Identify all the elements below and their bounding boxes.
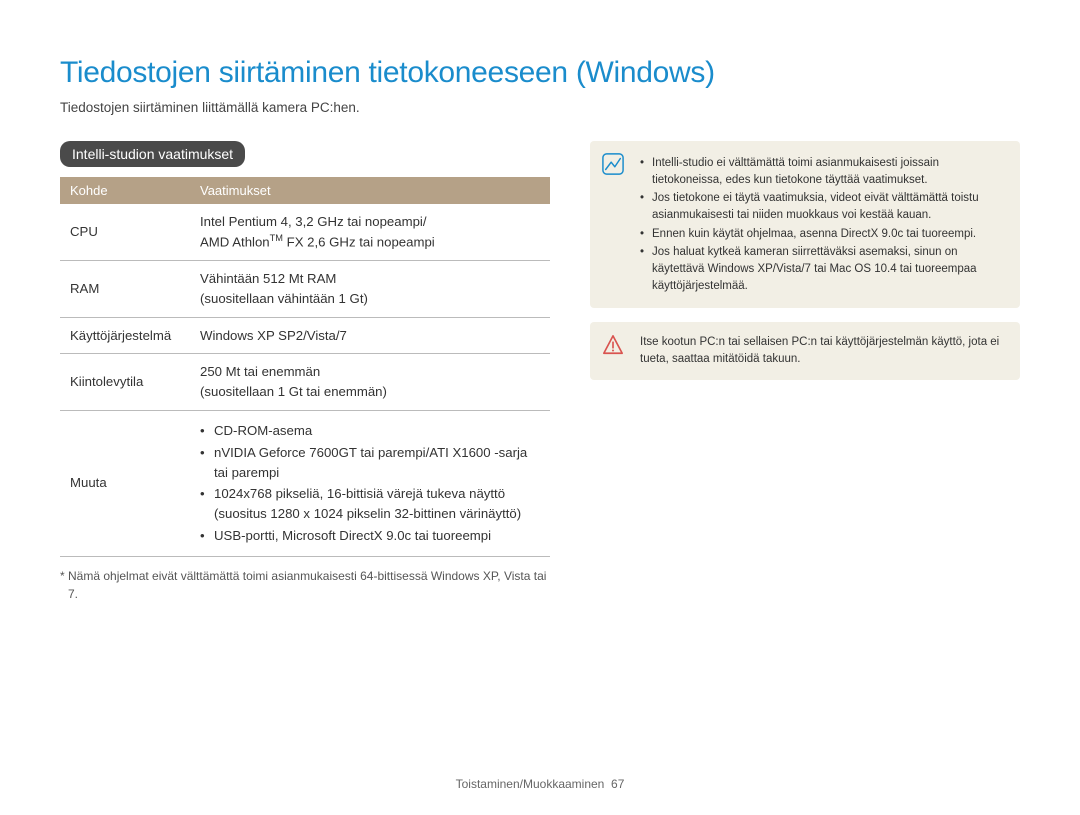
list-item: Intelli-studio ei välttämättä toimi asia… <box>640 155 1006 188</box>
cell-label: Kiintolevytila <box>60 354 190 411</box>
cell-value: Windows XP SP2/Vista/7 <box>190 317 550 354</box>
list-item: USB-portti, Microsoft DirectX 9.0c tai t… <box>200 526 540 546</box>
text: (suositellaan vähintään 1 Gt) <box>200 291 368 306</box>
info-note-box: Intelli-studio ei välttämättä toimi asia… <box>590 141 1020 308</box>
requirements-table: Kohde Vaatimukset CPU Intel Pentium 4, 3… <box>60 177 550 557</box>
cell-value: Vähintään 512 Mt RAM (suositellaan vähin… <box>190 260 550 317</box>
list-item: 1024x768 pikseliä, 16-bittisiä värejä tu… <box>200 484 540 524</box>
cell-label: Käyttöjärjestelmä <box>60 317 190 354</box>
warning-text: Itse kootun PC:n tai sellaisen PC:n tai … <box>640 334 1006 367</box>
footer-page-number: 67 <box>611 777 624 791</box>
list-item: nVIDIA Geforce 7600GT tai parempi/ATI X1… <box>200 443 540 483</box>
page-title: Tiedostojen siirtäminen tietokoneeseen (… <box>60 56 1020 90</box>
footer-section: Toistaminen/Muokkaaminen <box>456 777 605 791</box>
table-row: Kiintolevytila 250 Mt tai enemmän (suosi… <box>60 354 550 411</box>
cell-label: RAM <box>60 260 190 317</box>
text: FX 2,6 GHz tai nopeampi <box>283 234 435 249</box>
page-subtitle: Tiedostojen siirtäminen liittämällä kame… <box>60 100 1020 115</box>
cell-value: 250 Mt tai enemmän (suositellaan 1 Gt ta… <box>190 354 550 411</box>
list-item: CD-ROM-asema <box>200 421 540 441</box>
section-heading: Intelli-studion vaatimukset <box>60 141 245 167</box>
cell-value: CD-ROM-asema nVIDIA Geforce 7600GT tai p… <box>190 410 550 556</box>
text: AMD Athlon <box>200 234 270 249</box>
text: 250 Mt tai enemmän <box>200 364 320 379</box>
text: Vähintään 512 Mt RAM <box>200 271 336 286</box>
footnote: * Nämä ohjelmat eivät välttämättä toimi … <box>60 567 550 603</box>
warning-note-box: Itse kootun PC:n tai sellaisen PC:n tai … <box>590 322 1020 379</box>
note-icon <box>602 153 624 175</box>
text: (suositellaan 1 Gt tai enemmän) <box>200 384 387 399</box>
list-item: Jos tietokone ei täytä vaatimuksia, vide… <box>640 190 1006 223</box>
page-footer: Toistaminen/Muokkaaminen 67 <box>0 777 1080 791</box>
table-header-kohde: Kohde <box>60 177 190 204</box>
cell-label: Muuta <box>60 410 190 556</box>
table-row: Käyttöjärjestelmä Windows XP SP2/Vista/7 <box>60 317 550 354</box>
table-row: CPU Intel Pentium 4, 3,2 GHz tai nopeamp… <box>60 204 550 260</box>
table-row: RAM Vähintään 512 Mt RAM (suositellaan v… <box>60 260 550 317</box>
cell-label: CPU <box>60 204 190 260</box>
table-row: Muuta CD-ROM-asema nVIDIA Geforce 7600GT… <box>60 410 550 556</box>
list-item: Jos haluat kytkeä kameran siirrettäväksi… <box>640 244 1006 294</box>
trademark: TM <box>270 233 283 243</box>
text: Intel Pentium 4, 3,2 GHz tai nopeampi/ <box>200 214 427 229</box>
cell-value: Intel Pentium 4, 3,2 GHz tai nopeampi/ A… <box>190 204 550 260</box>
table-header-vaatimukset: Vaatimukset <box>190 177 550 204</box>
list-item: Ennen kuin käytät ohjelmaa, asenna Direc… <box>640 226 1006 243</box>
warning-icon <box>602 334 624 356</box>
